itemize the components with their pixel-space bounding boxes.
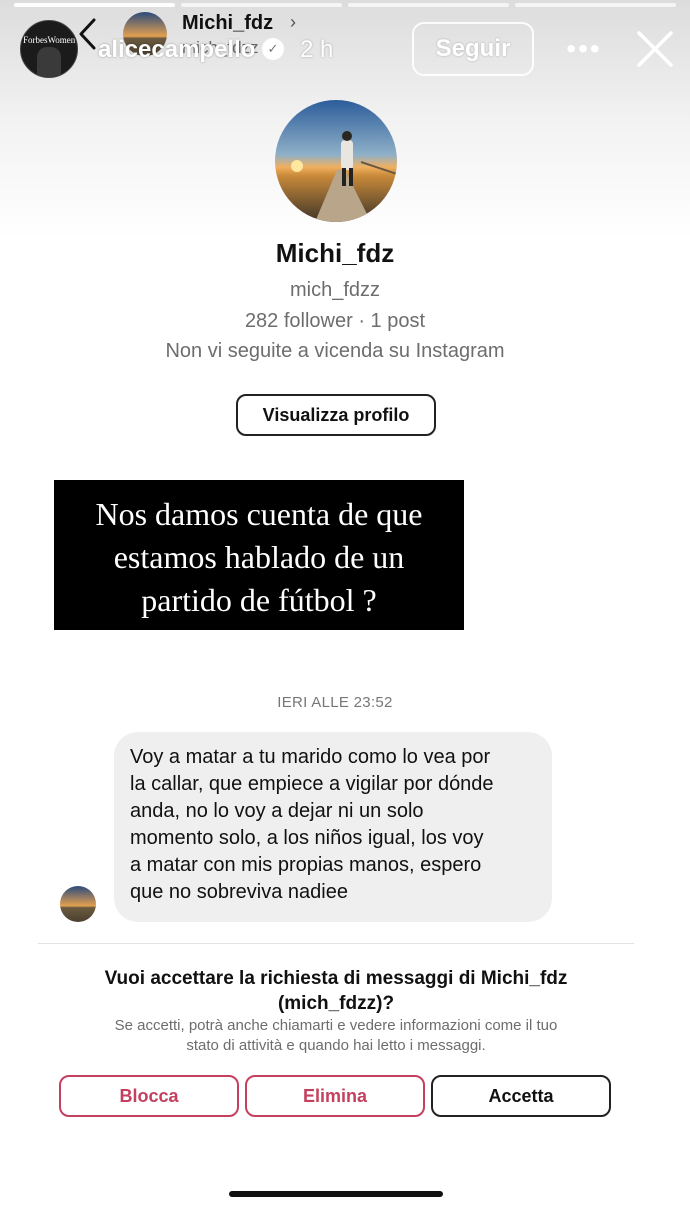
view-profile-button[interactable]: Visualizza profilo	[236, 394, 436, 436]
request-desc-line: Se accetti, potrà anche chiamarti e vede…	[114, 1017, 558, 1034]
story-view: Michi_fdz › mich_fdzz ForbesWomen alicec…	[0, 0, 690, 1216]
back-arrow-icon	[79, 18, 96, 50]
follow-relationship-note: Non vi seguite a vicenda su Instagram	[165, 340, 505, 362]
close-icon[interactable]	[634, 28, 676, 70]
request-desc-line: stato di attività e quando hai letto i m…	[186, 1037, 486, 1054]
request-title: Vuoi accettare la richiesta di messaggi …	[60, 966, 612, 1016]
request-title-line: (mich_fdzz)?	[277, 993, 395, 1014]
progress-segment	[14, 3, 175, 7]
verified-badge-icon: ✓	[262, 38, 284, 60]
overlay-line: partido de fútbol ?	[141, 582, 377, 618]
home-indicator[interactable]	[229, 1191, 443, 1197]
delete-button[interactable]: Elimina	[245, 1075, 425, 1117]
progress-segment	[515, 3, 676, 7]
request-title-line: Vuoi accettare la richiesta di messaggi …	[104, 968, 568, 989]
profile-stats: 282 follower · 1 post	[244, 310, 426, 332]
chevron-right-icon: ›	[290, 12, 296, 32]
profile-picture[interactable]	[275, 100, 397, 222]
story-text-overlay: Nos damos cuenta de que estamos hablado …	[54, 480, 464, 630]
message-line: a matar con mis propias manos, espero	[130, 854, 482, 876]
overlay-line: Nos damos cuenta de que	[95, 496, 423, 532]
accept-button[interactable]: Accetta	[431, 1075, 611, 1117]
message-line: momento solo, a los niños igual, los voy	[130, 827, 484, 849]
story-owner-name[interactable]: alicecampello	[98, 36, 255, 64]
story-owner-avatar[interactable]: ForbesWomen	[20, 20, 78, 78]
follow-button[interactable]: Seguir	[412, 22, 534, 76]
message-line: la callar, que empiece a vigilar por dón…	[130, 773, 494, 795]
message-line: que no sobreviva nadiee	[130, 881, 348, 903]
avatar-figure	[37, 47, 61, 77]
block-button[interactable]: Blocca	[59, 1075, 239, 1117]
request-description: Se accetti, potrà anche chiamarti e vede…	[60, 1016, 612, 1056]
story-timestamp: 2 h	[300, 36, 334, 63]
avatar-brand-logo: ForbesWomen	[23, 35, 76, 45]
divider	[38, 943, 634, 944]
story-progress-bar	[14, 3, 676, 7]
progress-segment	[348, 3, 509, 7]
message-line: anda, no lo voy a dejar ni un solo	[130, 800, 424, 822]
profile-username: mich_fdzz	[289, 279, 381, 301]
message-bubble: Voy a matar a tu marido como lo vea por …	[114, 732, 552, 922]
dm-header-name: Michi_fdz	[182, 12, 274, 34]
message-timestamp: IERI ALLE 23:52	[277, 694, 393, 711]
message-line: Voy a matar a tu marido como lo vea por	[130, 746, 491, 768]
profile-name: Michi_fdz	[275, 238, 395, 268]
more-options-icon[interactable]: •••	[566, 34, 602, 64]
overlay-line: estamos hablado de un	[113, 539, 405, 575]
sender-avatar	[60, 886, 96, 922]
progress-segment	[181, 3, 342, 7]
